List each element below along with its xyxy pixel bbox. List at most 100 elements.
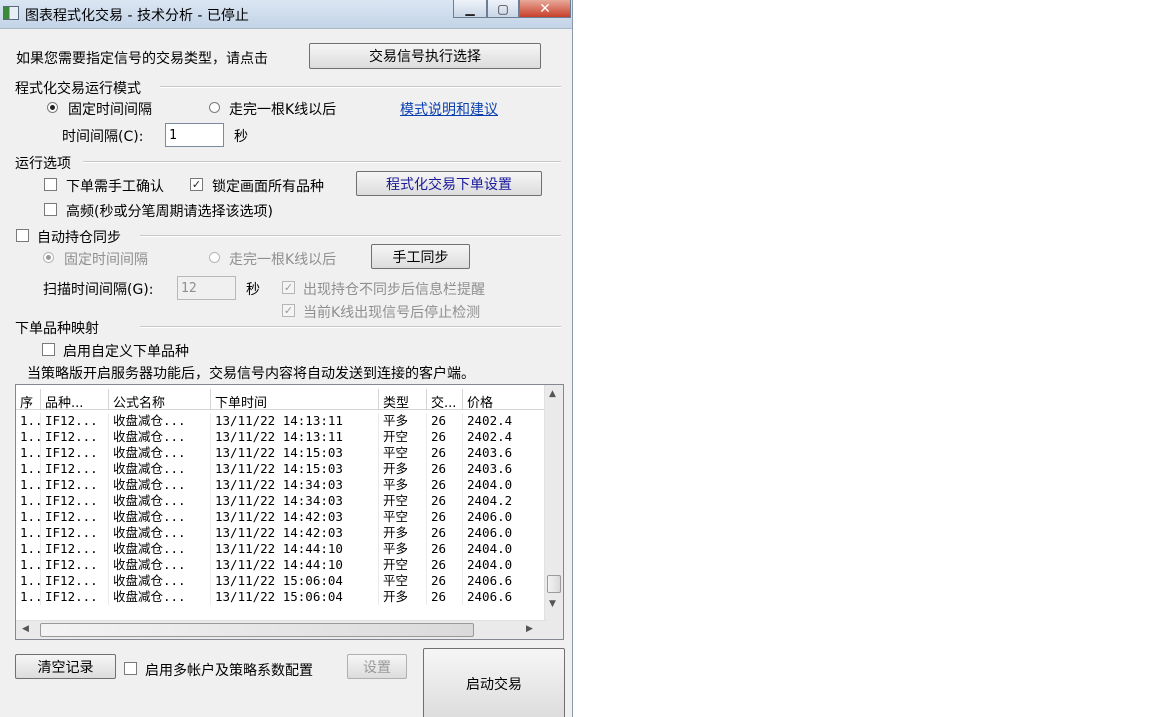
high-freq-checkbox[interactable] bbox=[44, 203, 57, 216]
table-cell: 13/11/22 14:44:10 bbox=[211, 557, 379, 573]
table-column-header[interactable]: 价格 bbox=[463, 389, 551, 410]
stop-detect-checkbox[interactable]: ✓ bbox=[282, 304, 295, 317]
table-cell: IF12... bbox=[41, 429, 109, 445]
table-row[interactable]: 1...IF12...收盘减仓...13/11/22 14:42:03平空262… bbox=[16, 509, 551, 525]
table-cell: 收盘减仓... bbox=[109, 573, 211, 589]
table-row[interactable]: 1...IF12...收盘减仓...13/11/22 14:34:03开空262… bbox=[16, 493, 551, 509]
signal-select-button[interactable]: 交易信号执行选择 bbox=[309, 43, 541, 69]
table-cell: IF12... bbox=[41, 477, 109, 493]
settings-button[interactable]: 设置 bbox=[347, 654, 407, 679]
sync-remind-checkbox[interactable]: ✓ bbox=[282, 281, 295, 294]
table-cell: 26 bbox=[427, 429, 463, 445]
mode-help-link[interactable]: 模式说明和建议 bbox=[400, 99, 498, 119]
table-cell: 1... bbox=[16, 541, 41, 557]
table-cell: 1... bbox=[16, 445, 41, 461]
table-cell: 13/11/22 14:15:03 bbox=[211, 461, 379, 477]
table-cell: 2406.6 bbox=[463, 589, 551, 605]
table-cell: 13/11/22 14:15:03 bbox=[211, 445, 379, 461]
table-row[interactable]: 1...IF12...收盘减仓...13/11/22 14:42:03开多262… bbox=[16, 525, 551, 541]
clear-records-button[interactable]: 清空记录 bbox=[15, 654, 116, 679]
lock-all-label: 锁定画面所有品种 bbox=[212, 179, 324, 195]
table-row[interactable]: 1...IF12...收盘减仓...13/11/22 14:15:03开多262… bbox=[16, 461, 551, 477]
lock-all-checkbox[interactable]: ✓ bbox=[190, 178, 203, 191]
table-cell: 26 bbox=[427, 477, 463, 493]
mode-separator bbox=[160, 86, 561, 88]
table-row[interactable]: 1...IF12...收盘减仓...13/11/22 14:44:10开空262… bbox=[16, 557, 551, 573]
auto-sync-checkbox[interactable] bbox=[16, 229, 29, 242]
scan-interval-label: 扫描时间间隔(G): bbox=[43, 282, 154, 298]
table-column-header[interactable]: 交... bbox=[427, 389, 463, 410]
minimize-icon[interactable]: ▁ bbox=[453, 0, 487, 18]
table-cell: 2402.4 bbox=[463, 429, 551, 445]
table-cell: 收盘减仓... bbox=[109, 525, 211, 541]
table-cell: 26 bbox=[427, 493, 463, 509]
scroll-down-icon[interactable]: ▼ bbox=[549, 599, 556, 609]
horizontal-scroll-thumb[interactable] bbox=[40, 623, 474, 637]
mode-after-bar-radio[interactable] bbox=[209, 102, 220, 113]
options-separator bbox=[83, 161, 561, 163]
table-cell: IF12... bbox=[41, 445, 109, 461]
mode-fixed-label: 固定时间间隔 bbox=[68, 102, 152, 118]
table-cell: IF12... bbox=[41, 461, 109, 477]
table-row[interactable]: 1...IF12...收盘减仓...13/11/22 14:34:03平多262… bbox=[16, 477, 551, 493]
scan-interval-input[interactable] bbox=[177, 276, 236, 300]
table-row[interactable]: 1...IF12...收盘减仓...13/11/22 14:13:11平多262… bbox=[16, 413, 551, 429]
scroll-up-icon[interactable]: ▲ bbox=[549, 389, 556, 399]
table-cell: 26 bbox=[427, 589, 463, 605]
table-row[interactable]: 1...IF12...收盘减仓...13/11/22 14:13:11开空262… bbox=[16, 429, 551, 445]
table-cell: 26 bbox=[427, 525, 463, 541]
multi-account-checkbox[interactable] bbox=[124, 662, 137, 675]
table-column-header[interactable]: 类型 bbox=[379, 389, 427, 410]
mode-fixed-radio[interactable] bbox=[47, 102, 58, 113]
manual-confirm-checkbox[interactable] bbox=[44, 178, 57, 191]
table-cell: 2404.2 bbox=[463, 493, 551, 509]
custom-product-checkbox[interactable] bbox=[42, 343, 55, 356]
table-cell: 26 bbox=[427, 541, 463, 557]
table-row[interactable]: 1...IF12...收盘减仓...13/11/22 15:06:04平空262… bbox=[16, 573, 551, 589]
table-row[interactable]: 1...IF12...收盘减仓...13/11/22 14:15:03平空262… bbox=[16, 445, 551, 461]
window-title: 图表程式化交易 - 技术分析 - 已停止 bbox=[25, 8, 249, 24]
sync-fixed-radio[interactable] bbox=[43, 252, 54, 263]
scroll-left-icon[interactable]: ◀ bbox=[22, 624, 29, 634]
table-cell: 1... bbox=[16, 429, 41, 445]
sync-after-bar-radio[interactable] bbox=[209, 252, 220, 263]
table-cell: 26 bbox=[427, 461, 463, 477]
table-cell: 13/11/22 15:06:04 bbox=[211, 573, 379, 589]
sync-separator bbox=[140, 235, 561, 237]
scroll-corner bbox=[545, 621, 563, 639]
signal-table[interactable]: 序品种...公式名称下单时间类型交...价格 1...IF12...收盘减仓..… bbox=[15, 384, 564, 640]
start-trading-button[interactable]: 启动交易 bbox=[423, 648, 565, 717]
table-column-header[interactable]: 序 bbox=[16, 389, 41, 410]
custom-product-label: 启用自定义下单品种 bbox=[63, 344, 189, 360]
manual-sync-button[interactable]: 手工同步 bbox=[371, 244, 470, 269]
table-cell: 13/11/22 14:13:11 bbox=[211, 413, 379, 429]
table-cell: 26 bbox=[427, 573, 463, 589]
order-settings-button[interactable]: 程式化交易下单设置 bbox=[356, 171, 542, 196]
table-cell: 1... bbox=[16, 557, 41, 573]
maximize-icon[interactable]: ▢ bbox=[487, 0, 519, 18]
mapping-group-label: 下单品种映射 bbox=[15, 321, 99, 337]
close-icon[interactable]: ✕ bbox=[519, 0, 571, 18]
table-row[interactable]: 1...IF12...收盘减仓...13/11/22 15:06:04开多262… bbox=[16, 589, 551, 605]
table-cell: 收盘减仓... bbox=[109, 413, 211, 429]
mode-after-bar-label: 走完一根K线以后 bbox=[229, 102, 337, 118]
table-cell: 13/11/22 14:42:03 bbox=[211, 525, 379, 541]
table-cell: 2403.6 bbox=[463, 461, 551, 477]
table-cell: 开空 bbox=[379, 429, 427, 445]
table-cell: 收盘减仓... bbox=[109, 461, 211, 477]
table-vertical-scrollbar[interactable]: ▲ ▼ bbox=[544, 385, 563, 621]
table-horizontal-scrollbar[interactable]: ◀ ▶ bbox=[16, 620, 547, 639]
table-cell: 1... bbox=[16, 573, 41, 589]
table-cell: 1... bbox=[16, 493, 41, 509]
options-group-label: 运行选项 bbox=[15, 156, 71, 172]
table-row[interactable]: 1...IF12...收盘减仓...13/11/22 14:44:10平多262… bbox=[16, 541, 551, 557]
table-cell: 收盘减仓... bbox=[109, 493, 211, 509]
table-column-header[interactable]: 下单时间 bbox=[211, 389, 379, 410]
title-bar: 图表程式化交易 - 技术分析 - 已停止 ▁ ▢ ✕ bbox=[0, 0, 572, 29]
table-column-header[interactable]: 品种... bbox=[41, 389, 109, 410]
table-column-header[interactable]: 公式名称 bbox=[109, 389, 211, 410]
scroll-right-icon[interactable]: ▶ bbox=[526, 624, 533, 634]
vertical-scroll-thumb[interactable] bbox=[547, 575, 561, 593]
interval-input[interactable] bbox=[165, 123, 224, 147]
table-cell: 开多 bbox=[379, 461, 427, 477]
